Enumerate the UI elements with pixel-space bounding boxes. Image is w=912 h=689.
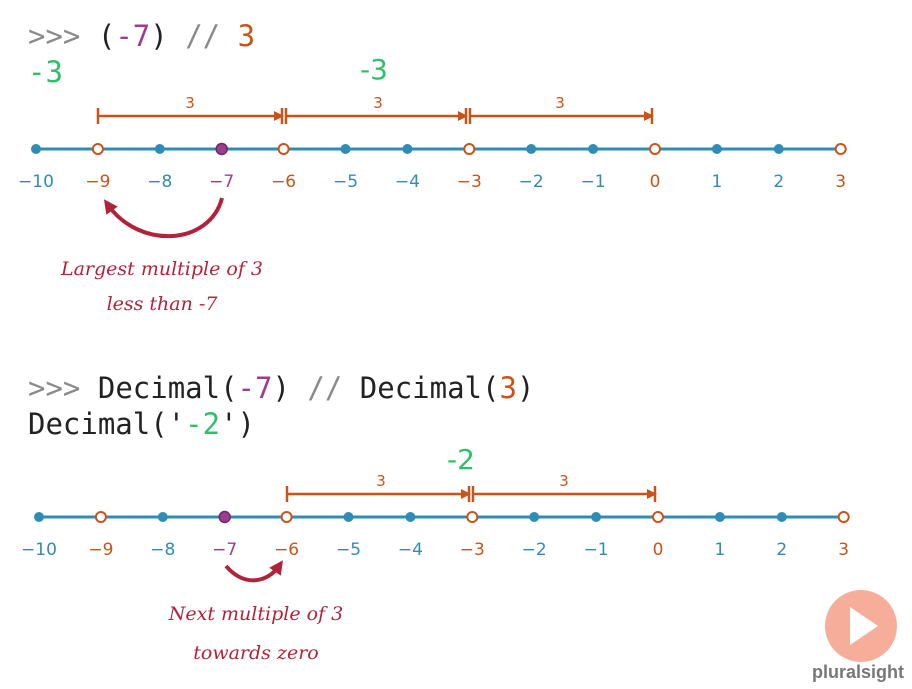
tick-label: −3 (457, 172, 482, 192)
number-line-point (463, 143, 476, 155)
tick-label: −7 (212, 540, 237, 560)
number-line-point (529, 512, 540, 522)
tick-label: −2 (519, 172, 544, 192)
number-line-point (218, 510, 231, 524)
annotation-2: Next multiple of 3 towards zero (168, 560, 343, 664)
annotation-text: Next multiple of 3 (168, 603, 343, 625)
tick-label: −10 (21, 540, 57, 560)
span-label: 3 (373, 94, 383, 112)
number-line-point (834, 143, 847, 155)
number-line-point (402, 144, 413, 154)
tick-label: 2 (776, 540, 787, 560)
tick-label: 0 (650, 172, 661, 192)
pluralsight-logo (825, 590, 897, 662)
number-line-point (215, 142, 228, 156)
number-line-point (340, 144, 351, 154)
number-line-point (711, 144, 722, 154)
number-line-point (466, 511, 479, 523)
tick-label: −4 (395, 172, 420, 192)
number-line-point (591, 512, 602, 522)
tick-label: 3 (838, 540, 849, 560)
annotation-text: towards zero (193, 642, 318, 664)
tick-label: −6 (271, 172, 296, 192)
tick-label: 1 (711, 172, 722, 192)
number-line-point (34, 512, 44, 522)
tick-label: −7 (209, 172, 234, 192)
tick-label: −9 (85, 172, 110, 192)
number-line-point (776, 512, 787, 522)
number-line-point (94, 511, 107, 523)
tick-label: −4 (398, 540, 423, 560)
number-line-point (277, 143, 290, 155)
number-line-point (405, 512, 416, 522)
span-label: 3 (376, 472, 386, 490)
annotation-text: less than -7 (107, 293, 219, 315)
number-line-point (837, 511, 850, 523)
number-line-point (343, 512, 354, 522)
tick-label: −9 (88, 540, 113, 560)
number-line-point (157, 512, 168, 522)
number-line-point (280, 511, 293, 523)
logo-text: pluralsight (811, 662, 904, 682)
tick-label: 1 (714, 540, 725, 560)
tick-label: −3 (460, 540, 485, 560)
number-line-point (526, 144, 537, 154)
number-line-point (588, 144, 599, 154)
tick-label: 2 (773, 172, 784, 192)
tick-label: −5 (336, 540, 361, 560)
tick-label: −8 (150, 540, 175, 560)
number-line-1: −10 −9 −8 −7 −6 −5 −4 −3 −2 −1 0 1 2 3 (18, 142, 847, 192)
curved-arrow-icon (103, 197, 224, 238)
number-line-point (714, 512, 725, 522)
tick-label: −1 (581, 172, 606, 192)
tick-label: −1 (584, 540, 609, 560)
tick-label: −10 (18, 172, 54, 192)
tick-label: −6 (274, 540, 299, 560)
number-line-point (91, 143, 104, 155)
span-label: 3 (559, 472, 569, 490)
tick-label: 3 (835, 172, 846, 192)
number-line-point (773, 144, 784, 154)
division-spans-2: 3 3 (285, 472, 657, 502)
tick-label: 0 (653, 540, 664, 560)
number-line-point (649, 143, 661, 155)
tick-label: −8 (147, 172, 172, 192)
number-line-point (154, 144, 165, 154)
annotation-1: Largest multiple of 3 less than -7 (60, 197, 263, 315)
division-spans-1: 3 3 3 (96, 94, 654, 124)
annotation-text: Largest multiple of 3 (60, 258, 263, 280)
tick-label: −5 (333, 172, 358, 192)
number-line-2: −10 −9 −8 −7 −6 −5 −4 −3 −2 −1 0 1 2 3 (21, 510, 850, 560)
number-line-point (31, 144, 41, 154)
tick-label: −2 (522, 540, 547, 560)
span-label: 3 (185, 94, 195, 112)
curved-arrow-icon (224, 560, 283, 583)
diagram-canvas: −10 −9 −8 −7 −6 −5 −4 −3 −2 −1 0 1 2 3 3 3 3 Largest … (18, 94, 897, 664)
number-line-point (652, 511, 664, 523)
span-label: 3 (555, 94, 565, 112)
